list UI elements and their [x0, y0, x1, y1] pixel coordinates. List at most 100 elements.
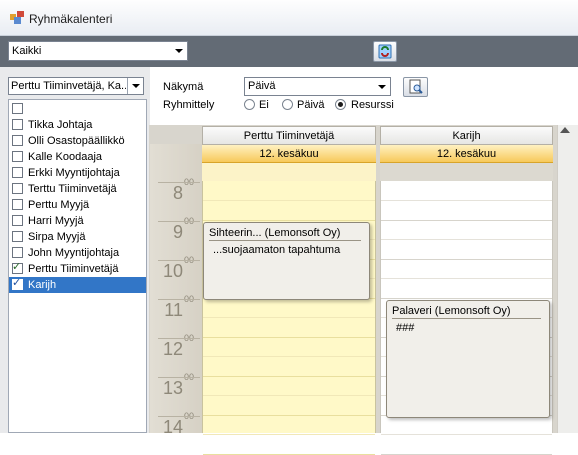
- refresh-icon: [378, 44, 392, 59]
- user-checklist: Tikka Johtaja Olli Osastopäällikkö Kalle K…: [8, 99, 147, 433]
- date-header-perttu: 12. kesäkuu: [202, 145, 376, 163]
- hour-divider: [158, 221, 200, 222]
- hour-label: 1300: [162, 372, 194, 399]
- user-checkbox[interactable]: [12, 135, 23, 146]
- grouping-radio-resurssi-label: Resurssi: [351, 99, 394, 111]
- hour-label: 800: [172, 177, 194, 204]
- hour-number: 8: [172, 183, 183, 203]
- grouping-radio-ei[interactable]: [244, 99, 255, 110]
- user-checkbox[interactable]: [12, 167, 23, 178]
- vertical-scrollbar[interactable]: [557, 125, 578, 433]
- time-slot-line: [203, 356, 375, 357]
- user-label: Kalle Koodaaja: [28, 151, 103, 163]
- day-column-perttu[interactable]: [202, 181, 376, 455]
- event-title: Palaveri (Lemonsoft Oy): [392, 305, 511, 317]
- hour-divider: [158, 377, 200, 378]
- user-checkbox[interactable]: [12, 103, 23, 114]
- hour-divider: [158, 338, 200, 339]
- time-slot-line: [381, 434, 552, 435]
- user-list-item[interactable]: [9, 101, 146, 117]
- refresh-button[interactable]: [373, 41, 397, 62]
- user-list-item[interactable]: ✓ Karijh: [9, 277, 146, 293]
- time-slot-line: [203, 414, 375, 416]
- time-slot-line: [381, 258, 552, 260]
- time-slot-line: [203, 395, 375, 396]
- user-list-item[interactable]: Sirpa Myyjä: [9, 229, 146, 245]
- scroll-up-arrow-icon[interactable]: [560, 127, 570, 133]
- time-ruler: 800 900 1000 1100 1200 1300 1400: [150, 144, 202, 437]
- chevron-down-icon: [132, 84, 140, 88]
- user-checkbox[interactable]: [12, 247, 23, 258]
- time-slot-line: [381, 200, 552, 201]
- user-label: Karijh: [28, 279, 57, 291]
- hour-label: 1200: [162, 333, 194, 360]
- user-select[interactable]: Perttu Tiiminvetäjä, Ka...: [8, 77, 144, 95]
- print-preview-icon: [409, 79, 423, 94]
- user-list-item[interactable]: Perttu Myyjä: [9, 197, 146, 213]
- hour-divider: [158, 299, 200, 300]
- hour-number: 13: [162, 378, 183, 398]
- user-label: Harri Myyjä: [28, 215, 84, 227]
- user-list-item[interactable]: Erkki Myyntijohtaja: [9, 165, 146, 181]
- hour-number: 12: [162, 339, 183, 359]
- user-label: Sirpa Myyjä: [28, 231, 86, 243]
- user-checkbox[interactable]: [12, 151, 23, 162]
- user-label: Olli Osastopäällikkö: [28, 135, 125, 147]
- view-select[interactable]: Päivä: [244, 77, 391, 96]
- hour-divider: [158, 182, 200, 183]
- hour-divider: [158, 260, 200, 261]
- time-slot-line: [203, 317, 375, 318]
- hour-number: 14: [162, 417, 183, 437]
- time-slot-line: [381, 453, 552, 455]
- grouping-radio-ei-label: Ei: [259, 99, 269, 111]
- grouping-radio-paiva[interactable]: [282, 99, 293, 110]
- view-select-value: Päivä: [248, 80, 276, 92]
- user-checkbox[interactable]: [12, 199, 23, 210]
- grouping-label: Ryhmittely: [163, 99, 215, 111]
- event-sihteerin[interactable]: Sihteerin... (Lemonsoft Oy) ...suojaamat…: [203, 222, 370, 300]
- user-label: Tikka Johtaja: [28, 119, 93, 131]
- grouping-radio-resurssi[interactable]: [335, 99, 346, 110]
- user-checkbox[interactable]: [12, 215, 23, 226]
- user-list-item[interactable]: John Myyntijohtaja: [9, 245, 146, 261]
- print-preview-button[interactable]: [403, 77, 428, 97]
- checkmark-icon: ✓: [12, 277, 22, 289]
- hour-divider: [158, 416, 200, 417]
- chevron-down-icon: [175, 49, 183, 53]
- user-list-item[interactable]: ✓ Perttu Tiiminvetäjä: [9, 261, 146, 277]
- user-checkbox[interactable]: [12, 119, 23, 130]
- group-select[interactable]: Kaikki: [8, 41, 188, 61]
- user-checkbox[interactable]: [12, 231, 23, 242]
- user-label: Terttu Tiiminvetäjä: [28, 183, 117, 195]
- chevron-down-icon: [378, 85, 386, 89]
- view-label: Näkymä: [163, 81, 204, 93]
- event-body: ...suojaamaton tapahtuma: [213, 244, 341, 256]
- event-title: Sihteerin... (Lemonsoft Oy): [209, 227, 341, 239]
- time-slot-line: [381, 278, 552, 279]
- user-checkbox[interactable]: [12, 183, 23, 194]
- time-slot-line: [203, 453, 375, 455]
- user-checkbox[interactable]: ✓: [12, 277, 23, 290]
- time-slot-line: [203, 375, 375, 377]
- event-palaveri[interactable]: Palaveri (Lemonsoft Oy) ###: [386, 300, 550, 418]
- user-list-item[interactable]: Terttu Tiiminvetäjä: [9, 181, 146, 197]
- user-list-item[interactable]: Kalle Koodaaja: [9, 149, 146, 165]
- resource-header-karijh: Karijh: [380, 126, 553, 145]
- user-list-item[interactable]: Olli Osastopäällikkö: [9, 133, 146, 149]
- hour-number: 11: [164, 300, 183, 320]
- user-checkbox[interactable]: ✓: [12, 261, 23, 274]
- window-title: Ryhmäkalenteri: [29, 12, 113, 26]
- hour-label: 1100: [164, 294, 194, 321]
- time-slot-line: [203, 200, 375, 201]
- resource-header-perttu: Perttu Tiiminvetäjä: [202, 126, 376, 145]
- checkmark-icon: ✓: [12, 261, 22, 273]
- all-day-row-perttu[interactable]: [202, 163, 376, 181]
- user-label: Erkki Myyntijohtaja: [28, 167, 120, 179]
- all-day-row-karijh[interactable]: [380, 163, 553, 181]
- group-select-value: Kaikki: [12, 45, 42, 57]
- time-slot-line: [203, 219, 375, 221]
- user-label: John Myyntijohtaja: [28, 247, 120, 259]
- radio-selected-dot: [338, 102, 343, 107]
- user-list-item[interactable]: Tikka Johtaja: [9, 117, 146, 133]
- user-list-item[interactable]: Harri Myyjä: [9, 213, 146, 229]
